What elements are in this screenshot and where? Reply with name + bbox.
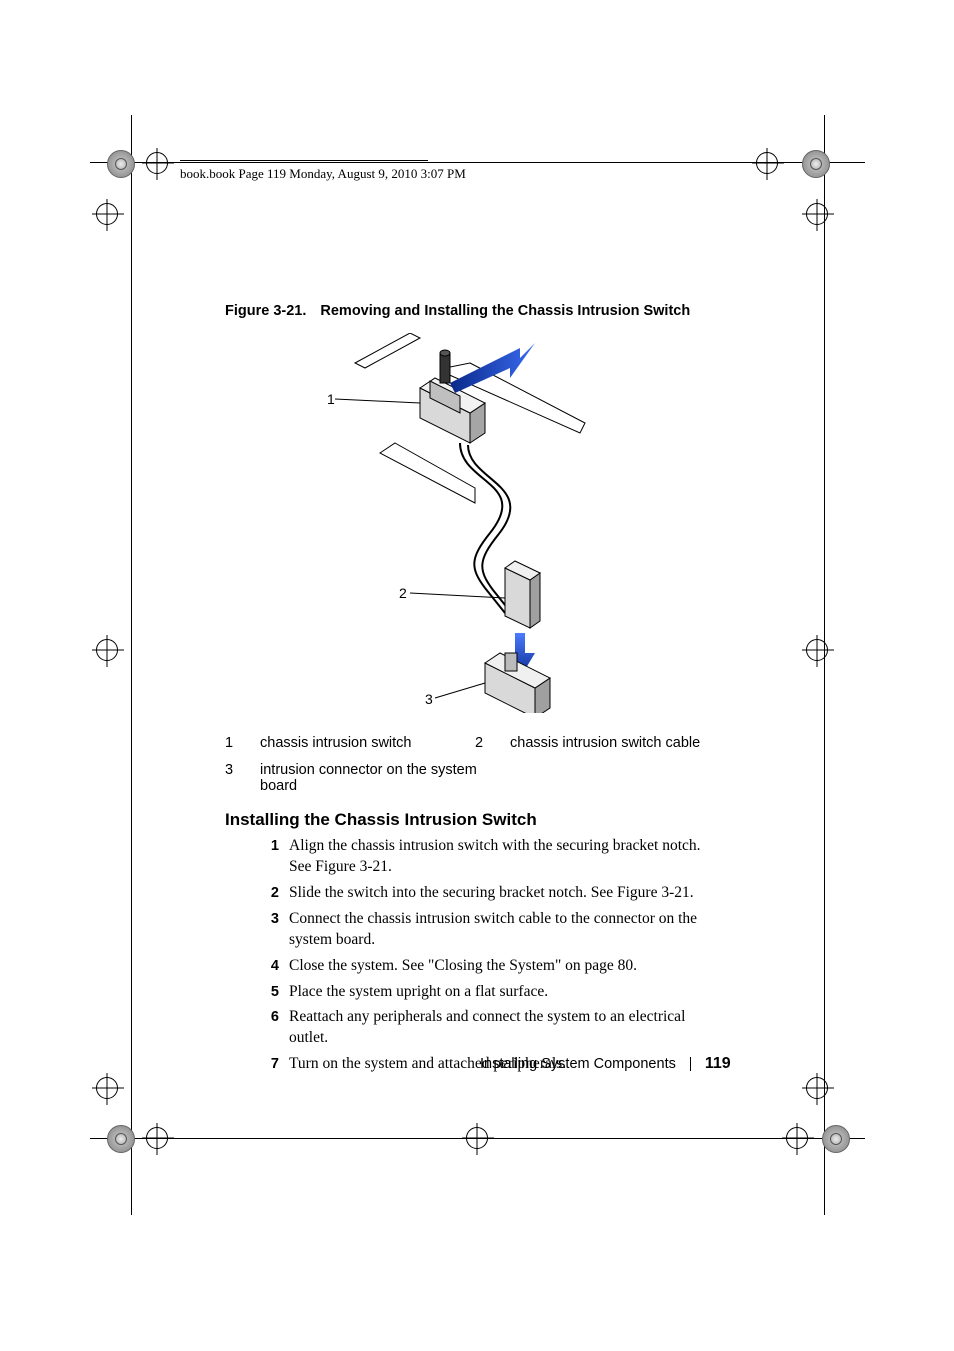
step-number: 1 <box>253 837 289 879</box>
step-text: Place the system upright on a flat surfa… <box>289 982 723 1003</box>
running-head-rule <box>180 160 428 162</box>
legend-num: 3 <box>225 762 260 794</box>
figure-label: Figure 3-21. <box>225 303 306 319</box>
step-text: Align the chassis intrusion switch with … <box>289 836 723 878</box>
step-number: 5 <box>253 983 289 1004</box>
step: 1 Align the chassis intrusion switch wit… <box>253 836 723 878</box>
step: 3 Connect the chassis intrusion switch c… <box>253 909 723 951</box>
legend-text: intrusion connector on the system board <box>260 762 480 794</box>
legend-text: chassis intrusion switch <box>260 735 460 751</box>
figure-diagram <box>310 333 610 718</box>
step-number: 2 <box>253 884 289 905</box>
step-number: 3 <box>253 910 289 952</box>
section-heading: Installing the Chassis Intrusion Switch <box>225 810 537 830</box>
step-number: 7 <box>253 1055 289 1076</box>
legend-num: 1 <box>225 735 260 751</box>
footer-separator <box>690 1057 691 1071</box>
step-number: 4 <box>253 957 289 978</box>
step-text: Slide the switch into the securing brack… <box>289 883 723 904</box>
step: 4 Close the system. See "Closing the Sys… <box>253 956 723 977</box>
step-text: Connect the chassis intrusion switch cab… <box>289 909 723 951</box>
page-footer: Installing System Components 119 <box>480 1055 731 1073</box>
step: 6 Reattach any peripherals and connect t… <box>253 1007 723 1049</box>
running-head: book.book Page 119 Monday, August 9, 201… <box>180 166 466 182</box>
figure-title: Removing and Installing the Chassis Intr… <box>320 303 690 319</box>
figure-legend-row2: 3 intrusion connector on the system boar… <box>225 762 480 794</box>
figure-callout-2: 2 <box>399 585 407 601</box>
legend-text: chassis intrusion switch cable <box>510 735 730 751</box>
procedure-steps: 1 Align the chassis intrusion switch wit… <box>253 836 723 1080</box>
step: 2 Slide the switch into the securing bra… <box>253 883 723 904</box>
step: 5 Place the system upright on a flat sur… <box>253 982 723 1003</box>
footer-page-number: 119 <box>705 1055 731 1073</box>
figure-caption: Figure 3-21. Removing and Installing the … <box>225 303 690 319</box>
figure-callout-3: 3 <box>425 691 433 707</box>
footer-chapter: Installing System Components <box>480 1056 676 1072</box>
legend-num: 2 <box>475 735 510 751</box>
step-number: 6 <box>253 1008 289 1050</box>
step-text: Close the system. See "Closing the Syste… <box>289 956 723 977</box>
figure-legend: 1 chassis intrusion switch 2 chassis int… <box>225 735 730 751</box>
step-text: Reattach any peripherals and connect the… <box>289 1007 723 1049</box>
figure-callout-1: 1 <box>327 391 335 407</box>
